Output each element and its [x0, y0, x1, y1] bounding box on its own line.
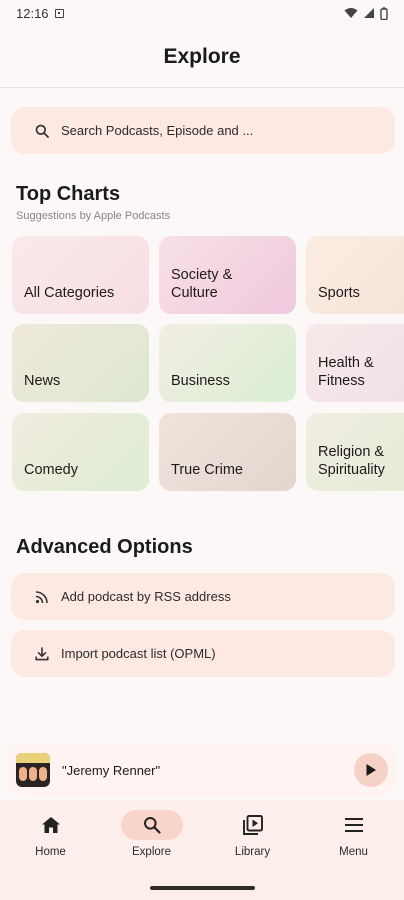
- category-label: Sports: [318, 285, 360, 301]
- play-button[interactable]: [354, 753, 388, 787]
- search-icon: [35, 124, 49, 138]
- nav-explore[interactable]: Explore: [101, 810, 202, 870]
- library-icon: [242, 815, 263, 835]
- top-charts-subtitle: Suggestions by Apple Podcasts: [16, 210, 171, 222]
- status-time: 12:16: [16, 5, 49, 21]
- nav-explore-label: Explore: [132, 846, 171, 858]
- category-tile-religion-spirituality[interactable]: Religion & Spirituality: [306, 413, 404, 491]
- category-tile-health-fitness[interactable]: Health & Fitness: [306, 324, 404, 402]
- nav-home[interactable]: Home: [0, 810, 101, 870]
- category-label: Comedy: [24, 462, 78, 478]
- advanced-options-title: Advanced Options: [16, 536, 193, 558]
- bottom-navigation: Home Explore Library Menu: [0, 800, 404, 900]
- nav-library[interactable]: Library: [202, 810, 303, 870]
- status-bar: 12:16: [0, 0, 404, 26]
- search-input[interactable]: Search Podcasts, Episode and ...: [11, 107, 395, 154]
- download-icon: [35, 646, 49, 660]
- search-icon: [143, 817, 161, 834]
- import-opml-button[interactable]: Import podcast list (OPML): [11, 630, 395, 677]
- category-tile-true-crime[interactable]: True Crime: [159, 413, 296, 491]
- mini-player[interactable]: "Jeremy Renner": [8, 744, 396, 796]
- category-label: All Categories: [24, 285, 115, 301]
- gesture-bar[interactable]: [150, 886, 255, 890]
- category-label-line2: Fitness: [318, 373, 365, 389]
- menu-icon: [344, 818, 363, 832]
- category-label-line2: Culture: [171, 285, 218, 301]
- category-label: Society &: [171, 267, 233, 283]
- category-tile-society-culture[interactable]: Society & Culture: [159, 236, 296, 314]
- top-charts-title: Top Charts: [16, 183, 121, 205]
- cell-signal-icon: [364, 8, 374, 18]
- status-icons: [344, 6, 388, 20]
- notification-icon: [54, 8, 64, 18]
- play-icon: [366, 764, 376, 776]
- category-label: Health &: [318, 355, 374, 371]
- category-tile-sports[interactable]: Sports: [306, 236, 404, 314]
- podcast-artwork: [16, 753, 50, 787]
- import-opml-label: Import podcast list (OPML): [61, 646, 216, 661]
- category-tile-news[interactable]: News: [12, 324, 149, 402]
- now-playing-title: "Jeremy Renner": [62, 762, 161, 778]
- category-label: True Crime: [171, 462, 243, 478]
- nav-library-label: Library: [234, 846, 271, 858]
- home-icon: [41, 817, 60, 833]
- search-placeholder: Search Podcasts, Episode and ...: [61, 123, 254, 138]
- page-title: Explore: [163, 44, 241, 68]
- battery-icon: [380, 6, 388, 20]
- category-label: News: [24, 373, 61, 389]
- category-label-line2: Spirituality: [318, 462, 385, 478]
- category-label: Business: [171, 373, 230, 389]
- add-rss-button[interactable]: Add podcast by RSS address: [11, 573, 395, 620]
- rss-icon: [35, 590, 48, 603]
- category-tile-all-categories[interactable]: All Categories: [12, 236, 149, 314]
- add-rss-label: Add podcast by RSS address: [61, 589, 231, 604]
- app-header: Explore: [0, 26, 404, 88]
- nav-menu-label: Menu: [339, 846, 368, 858]
- top-charts-grid: All Categories Society & Culture Sports N…: [12, 236, 404, 492]
- category-label: Religion &: [318, 444, 385, 460]
- category-tile-comedy[interactable]: Comedy: [12, 413, 149, 491]
- nav-home-label: Home: [35, 846, 66, 858]
- wifi-icon: [344, 8, 358, 18]
- nav-menu[interactable]: Menu: [303, 810, 404, 870]
- category-tile-business[interactable]: Business: [159, 324, 296, 402]
